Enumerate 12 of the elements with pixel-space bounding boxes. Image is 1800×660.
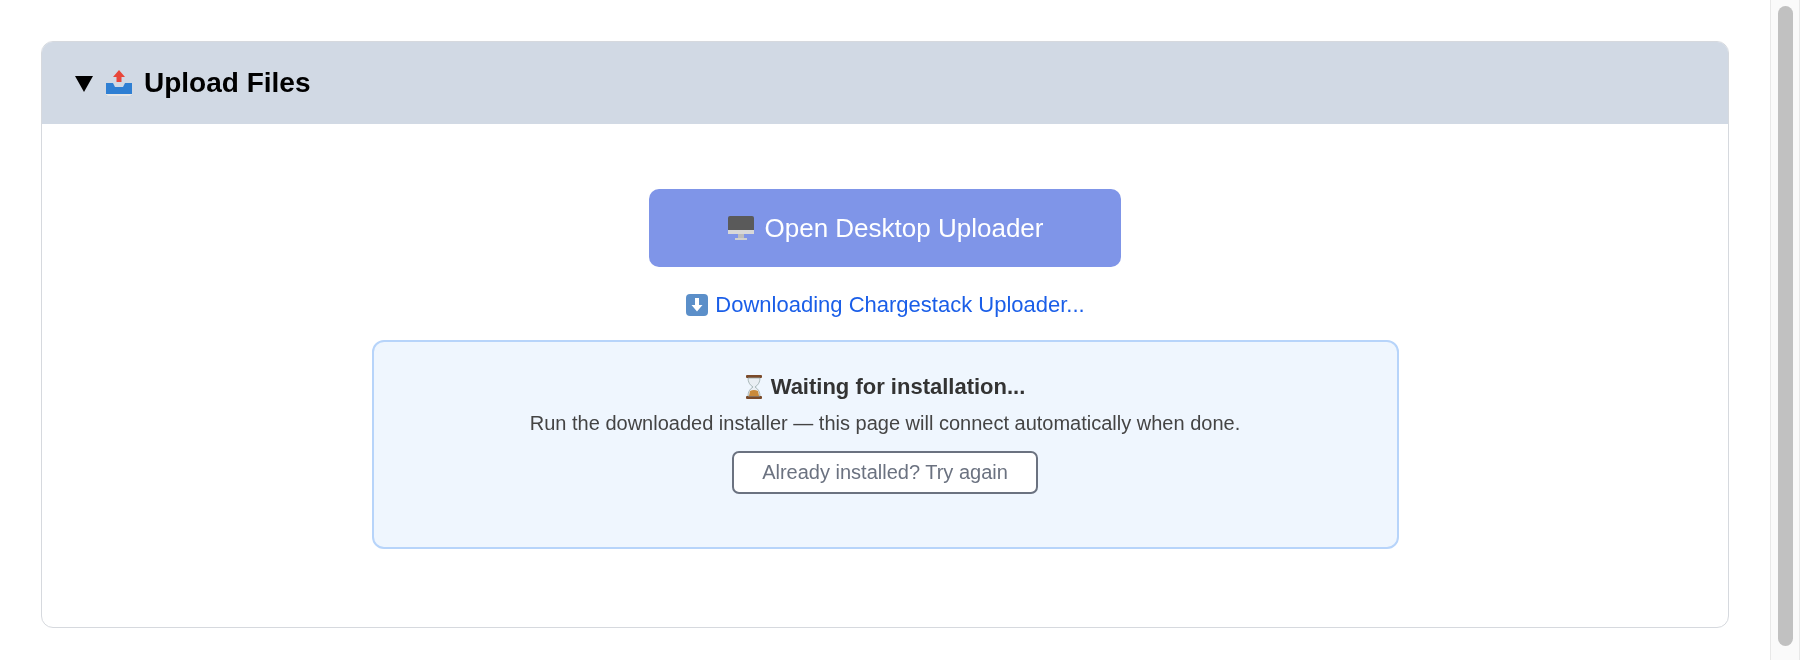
- hourglass-icon: [744, 374, 763, 400]
- open-uploader-button[interactable]: Open Desktop Uploader: [649, 189, 1121, 267]
- retry-button[interactable]: Already installed? Try again: [732, 451, 1038, 494]
- status-heading: Waiting for installation...: [770, 374, 1026, 400]
- monitor-icon: [726, 215, 755, 241]
- upload-tray-icon: [104, 68, 134, 98]
- scrollbar-thumb[interactable]: [1777, 6, 1793, 646]
- collapse-triangle-icon[interactable]: [74, 73, 94, 93]
- panel-title: Upload Files: [144, 67, 311, 99]
- panel-header[interactable]: Upload Files: [42, 42, 1728, 124]
- download-link[interactable]: Downloading Chargestack Uploader...: [685, 292, 1085, 318]
- status-message: Run the downloaded installer — this page will connect automatically when done.: [529, 412, 1241, 435]
